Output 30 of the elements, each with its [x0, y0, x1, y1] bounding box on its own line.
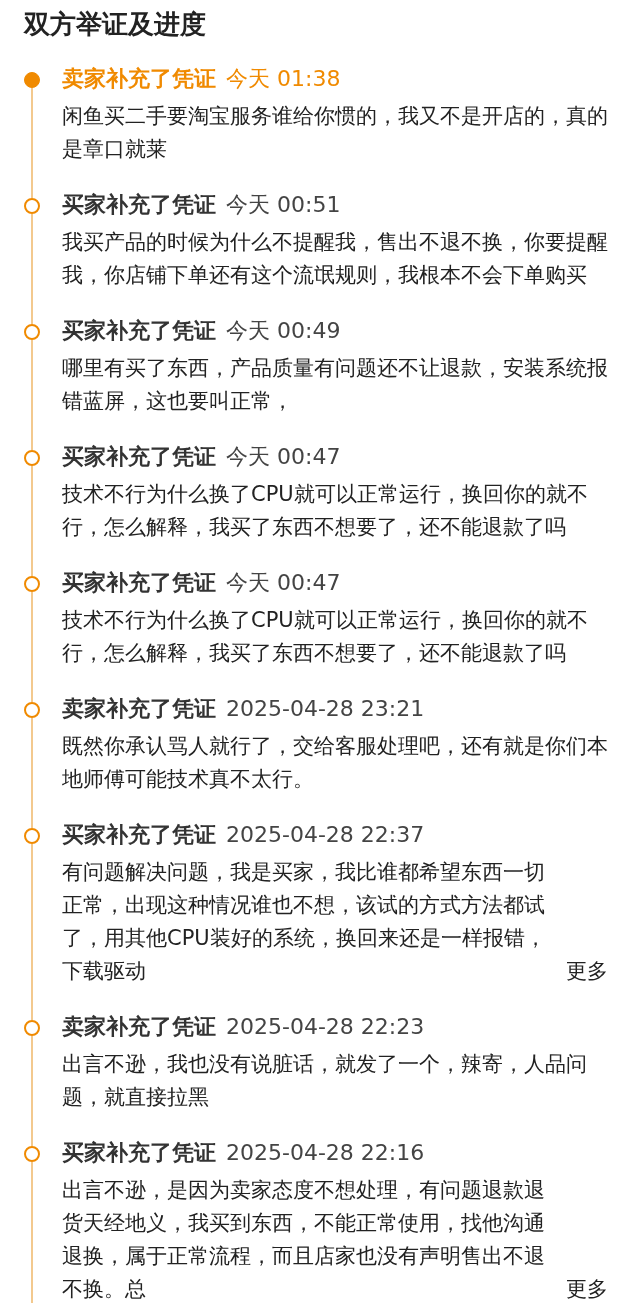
section-title: 双方举证及进度 — [22, 8, 207, 41]
event-description: 闲鱼买二手要淘宝服务谁给你惯的，我又不是开店的，真的是章口就莱 — [62, 103, 608, 163]
event-description: 出言不逊，我也没有说脏话，就发了一个，辣寄，人品问题，就直接拉黑 — [62, 1051, 588, 1111]
more-link[interactable]: 更多 — [566, 955, 608, 988]
event-time: 2025-04-28 23:21 — [226, 695, 425, 723]
event-time: 今天 00:47 — [226, 569, 341, 597]
event-time: 今天 00:51 — [226, 191, 341, 219]
event-title: 买家补充了凭证 — [62, 191, 216, 219]
more-link[interactable]: 更多 — [566, 1273, 608, 1303]
event-time: 2025-04-28 22:16 — [226, 1139, 425, 1167]
event-time: 2025-04-28 22:37 — [226, 821, 425, 849]
event-time: 今天 00:49 — [226, 317, 341, 345]
event-title: 买家补充了凭证 — [62, 569, 216, 597]
event-title: 卖家补充了凭证 — [62, 65, 216, 93]
event-description: 技术不行为什么换了CPU就可以正常运行，换回你的就不行，怎么解释，我买了东西不想要了，还不能退款了吗 — [62, 481, 589, 541]
event-time: 2025-04-28 22:23 — [226, 1013, 425, 1041]
event-title: 买家补充了凭证 — [62, 1139, 216, 1167]
event-title: 卖家补充了凭证 — [62, 695, 216, 723]
event-description: 有问题解决问题，我是买家，我比谁都希望东西一切正常，出现这种情况谁也不想，该试的方式方法都试了，用其他CPU装好的系统，换回来还是一样报错，下载驱动 — [62, 859, 547, 985]
event-description: 技术不行为什么换了CPU就可以正常运行，换回你的就不行，怎么解释，我买了东西不想要了，还不能退款了吗 — [62, 607, 589, 667]
event-description: 我买产品的时候为什么不提醒我，售出不退不换，你要提醒我，你店铺下单还有这个流氓规则，我根本不会下单购买 — [62, 229, 608, 289]
event-description: 出言不逊，是因为卖家态度不想处理，有问题退款退货天经地义，我买到东西，不能正常使用，找他沟通退换，属于正常流程，而且店家也没有声明售出不退不换。总 — [62, 1177, 546, 1303]
event-description: 哪里有买了东西，产品质量有问题还不让退款，安装系统报错蓝屏，这也要叫正常， — [62, 355, 608, 415]
event-title: 买家补充了凭证 — [62, 317, 216, 345]
event-description: 既然你承认骂人就行了，交给客服处理吧，还有就是你们本地师傅可能技术真不太行。 — [62, 733, 608, 793]
event-time: 今天 01:38 — [226, 65, 341, 93]
event-time: 今天 00:47 — [226, 443, 341, 471]
event-title: 卖家补充了凭证 — [62, 1013, 216, 1041]
event-title: 买家补充了凭证 — [62, 821, 216, 849]
event-title: 买家补充了凭证 — [62, 443, 216, 471]
